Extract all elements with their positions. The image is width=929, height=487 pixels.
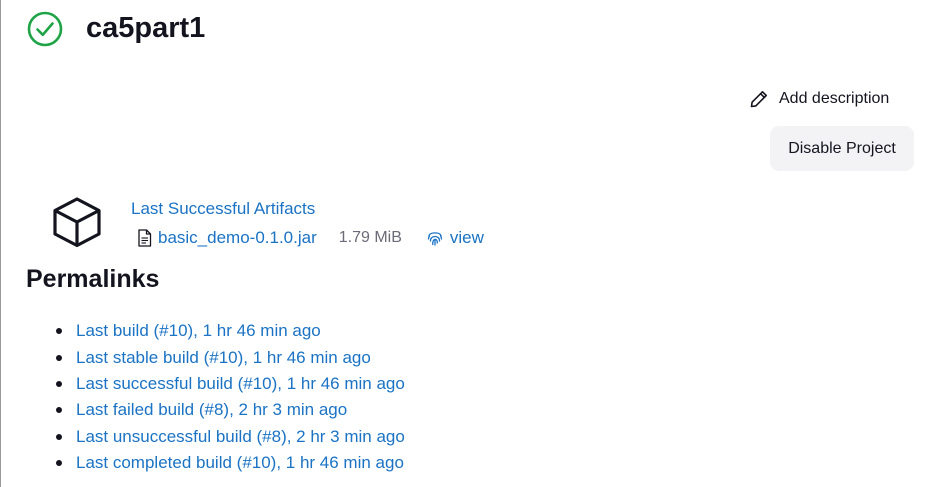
document-icon <box>138 229 152 247</box>
permalink-last-completed-build[interactable]: Last completed build (#10), 1 hr 46 min … <box>76 453 404 473</box>
bullet <box>56 433 62 440</box>
bullet <box>56 354 62 361</box>
bullet <box>56 460 62 467</box>
permalinks-heading: Permalinks <box>26 265 160 293</box>
package-icon <box>53 197 101 248</box>
permalink-last-unsuccessful-build[interactable]: Last unsuccessful build (#8), 2 hr 3 min… <box>76 427 405 447</box>
permalinks-list: Last build (#10), 1 hr 46 min ago Last s… <box>56 318 405 476</box>
list-item: Last unsuccessful build (#8), 2 hr 3 min… <box>56 424 405 450</box>
artifact-file-size: 1.79 MiB <box>338 229 402 246</box>
list-item: Last build (#10), 1 hr 46 min ago <box>56 318 405 344</box>
add-description-button[interactable]: Add description <box>749 86 889 112</box>
last-successful-artifacts-link[interactable]: Last Successful Artifacts <box>131 199 315 219</box>
page-title: ca5part1 <box>86 12 206 44</box>
artifact-file-link[interactable]: basic_demo-0.1.0.jar <box>158 228 317 248</box>
permalink-last-failed-build[interactable]: Last failed build (#8), 2 hr 3 min ago <box>76 400 347 420</box>
permalink-last-build[interactable]: Last build (#10), 1 hr 46 min ago <box>76 321 321 341</box>
disable-project-button[interactable]: Disable Project <box>770 126 914 171</box>
list-item: Last successful build (#10), 1 hr 46 min… <box>56 371 405 397</box>
list-item: Last failed build (#8), 2 hr 3 min ago <box>56 397 405 423</box>
page-left-border <box>0 0 1 487</box>
artifact-row: basic_demo-0.1.0.jar 1.79 MiB view <box>137 226 484 250</box>
pencil-icon <box>750 91 767 108</box>
permalink-last-successful-build[interactable]: Last successful build (#10), 1 hr 46 min… <box>76 374 405 394</box>
permalink-last-stable-build[interactable]: Last stable build (#10), 1 hr 46 min ago <box>76 348 371 368</box>
list-item: Last stable build (#10), 1 hr 46 min ago <box>56 344 405 370</box>
fingerprint-icon[interactable] <box>426 229 444 247</box>
check-circle-icon <box>27 11 63 47</box>
list-item: Last completed build (#10), 1 hr 46 min … <box>56 450 405 476</box>
bullet <box>56 380 62 387</box>
bullet <box>56 407 62 414</box>
view-fingerprint-link[interactable]: view <box>450 228 484 248</box>
add-description-label: Add description <box>779 90 890 107</box>
bullet <box>56 328 62 335</box>
